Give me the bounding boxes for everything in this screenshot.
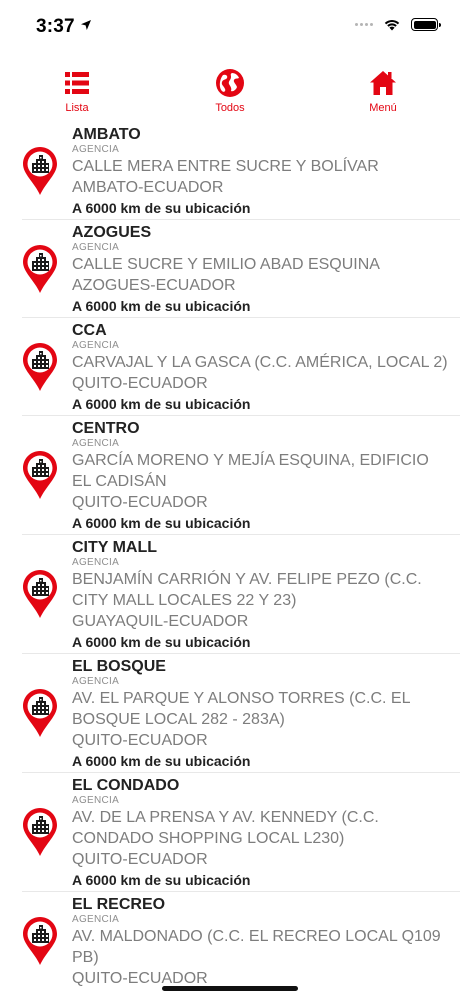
map-pin-building-icon xyxy=(23,917,57,965)
agency-name: AZOGUES xyxy=(72,224,152,241)
agency-address: CALLE MERA ENTRE SUCRE Y BOLÍVAR xyxy=(72,158,379,175)
agency-name: AMBATO xyxy=(72,126,141,143)
list-icon xyxy=(65,68,89,98)
status-bar: 3:37 xyxy=(0,0,460,56)
home-icon xyxy=(369,68,397,98)
wifi-icon xyxy=(384,19,400,31)
all-label: Todos xyxy=(215,102,245,114)
agency-address: AV. MALDONADO (C.C. EL RECREO LOCAL Q109… xyxy=(72,928,441,966)
agency-distance: A 6000 km de su ubicación xyxy=(72,200,251,216)
agency-city: QUITO-ECUADOR xyxy=(72,732,208,749)
agency-address: GARCÍA MORENO Y MEJÍA ESQUINA, EDIFICIO … xyxy=(72,452,429,490)
agency-distance: A 6000 km de su ubicación xyxy=(72,515,251,531)
all-button[interactable]: Todos xyxy=(185,68,275,114)
agency-name: CCA xyxy=(72,322,107,339)
agency-distance: A 6000 km de su ubicación xyxy=(72,298,251,314)
map-pin-building-icon xyxy=(23,808,57,856)
agency-address: BENJAMÍN CARRIÓN Y AV. FELIPE PEZO (C.C.… xyxy=(72,571,422,609)
map-pin-building-icon xyxy=(23,570,57,618)
agency-type: AGENCIA xyxy=(72,340,120,351)
menu-button[interactable]: Menú xyxy=(338,68,428,114)
status-time: 3:37 xyxy=(36,16,75,37)
agency-name: EL RECREO xyxy=(72,896,166,913)
agency-distance: A 6000 km de su ubicación xyxy=(72,872,251,888)
agency-type: AGENCIA xyxy=(72,242,120,253)
list-button[interactable]: Lista xyxy=(32,68,122,114)
agency-city: QUITO-ECUADOR xyxy=(72,375,208,392)
agency-name: EL CONDADO xyxy=(72,777,180,794)
map-pin-building-icon xyxy=(23,244,57,293)
agency-type: AGENCIA xyxy=(72,676,120,687)
agency-type: AGENCIA xyxy=(72,557,120,568)
location-arrow-icon xyxy=(81,20,91,30)
agency-item[interactable]: EL RECREO AGENCIA AV. MALDONADO (C.C. EL… xyxy=(22,892,460,990)
agency-name: EL BOSQUE xyxy=(72,658,166,675)
map-pin-building-icon xyxy=(23,689,57,737)
list-label: Lista xyxy=(65,102,89,114)
agency-address: CALLE SUCRE Y EMILIO ABAD ESQUINA xyxy=(72,256,380,273)
globe-icon xyxy=(215,68,245,98)
agency-type: AGENCIA xyxy=(72,914,120,925)
status-indicators xyxy=(355,18,441,31)
agency-name: CITY MALL xyxy=(72,539,158,556)
agency-type: AGENCIA xyxy=(72,795,120,806)
agency-city: AZOGUES-ECUADOR xyxy=(72,277,236,294)
agency-item[interactable]: AZOGUES AGENCIA CALLE SUCRE Y EMILIO ABA… xyxy=(22,220,460,318)
cellular-signal-icon xyxy=(355,23,373,26)
home-indicator xyxy=(162,986,298,991)
battery-icon xyxy=(411,18,441,31)
map-pin-building-icon xyxy=(23,342,57,391)
agency-type: AGENCIA xyxy=(72,438,120,449)
agency-item[interactable]: AMBATO AGENCIA CALLE MERA ENTRE SUCRE Y … xyxy=(22,122,460,220)
map-pin-building-icon xyxy=(23,146,57,195)
agency-item[interactable]: EL BOSQUE AGENCIA AV. EL PARQUE Y ALONSO… xyxy=(22,654,460,773)
menu-label: Menú xyxy=(369,102,397,114)
top-toolbar: Lista Todos Menú xyxy=(0,68,460,120)
agency-city: QUITO-ECUADOR xyxy=(72,851,208,868)
agency-type: AGENCIA xyxy=(72,144,120,155)
agency-item[interactable]: CITY MALL AGENCIA BENJAMÍN CARRIÓN Y AV.… xyxy=(22,535,460,654)
agency-list: AMBATO AGENCIA CALLE MERA ENTRE SUCRE Y … xyxy=(0,122,460,990)
agency-address: AV. DE LA PRENSA Y AV. KENNEDY (C.C. CON… xyxy=(72,809,379,847)
agency-item[interactable]: CENTRO AGENCIA GARCÍA MORENO Y MEJÍA ESQ… xyxy=(22,416,460,535)
agency-distance: A 6000 km de su ubicación xyxy=(72,753,251,769)
map-pin-building-icon xyxy=(23,451,57,499)
agency-city: GUAYAQUIL-ECUADOR xyxy=(72,613,249,630)
agency-item[interactable]: EL CONDADO AGENCIA AV. DE LA PRENSA Y AV… xyxy=(22,773,460,892)
agency-name: CENTRO xyxy=(72,420,140,437)
agency-city: AMBATO-ECUADOR xyxy=(72,179,224,196)
agency-item[interactable]: CCA AGENCIA CARVAJAL Y LA GASCA (C.C. AM… xyxy=(22,318,460,416)
agency-address: CARVAJAL Y LA GASCA (C.C. AMÉRICA, LOCAL… xyxy=(72,354,448,371)
agency-distance: A 6000 km de su ubicación xyxy=(72,634,251,650)
agency-address: AV. EL PARQUE Y ALONSO TORRES (C.C. EL B… xyxy=(72,690,410,728)
agency-distance: A 6000 km de su ubicación xyxy=(72,396,251,412)
agency-city: QUITO-ECUADOR xyxy=(72,494,208,511)
